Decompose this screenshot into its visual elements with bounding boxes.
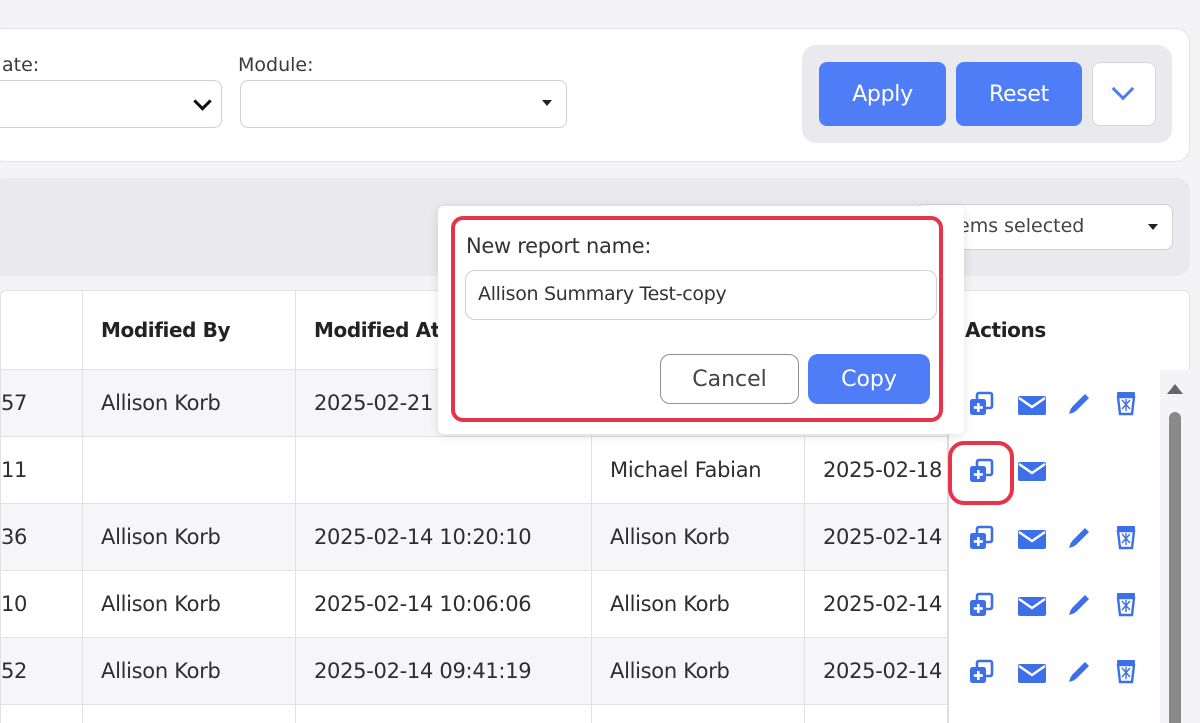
date-label: ate: [2,54,40,76]
delete-icon[interactable] [1113,524,1139,550]
cell-modified-by: Allison Korb [101,524,221,549]
cancel-button[interactable]: Cancel [660,354,799,404]
email-icon[interactable] [1017,458,1047,484]
delete-icon[interactable] [1113,390,1139,416]
edit-icon[interactable] [1066,659,1092,685]
cell-created-at: 2025-02-18 [823,457,943,482]
scroll-thumb[interactable] [1169,412,1181,723]
delete-icon[interactable] [1113,591,1139,617]
cell-modified-at: 2025-02-14 10:20:10 [314,524,532,549]
cell-id: 36 [1,524,28,549]
cell-modified-by: Allison Korb [101,591,221,616]
email-icon[interactable] [1017,660,1047,686]
row-divider [1,704,947,705]
module-select[interactable] [240,80,567,128]
cell-id: 11 [1,457,28,482]
expand-filters-button[interactable] [1092,62,1156,126]
cell-created-by: Allison Korb [610,591,730,616]
caret-down-icon [542,100,552,106]
apply-button[interactable]: Apply [819,62,946,126]
email-icon[interactable] [1017,526,1047,552]
cell-id: 10 [1,591,28,616]
filter-button-group: Apply Reset [802,45,1172,143]
delete-icon[interactable] [1113,658,1139,684]
cell-created-at: 2025-02-14 [823,658,943,683]
module-label: Module: [238,54,314,76]
copy-icon[interactable] [968,592,994,618]
cell-created-at: 2025-02-14 [823,591,943,616]
row-divider [1,436,947,437]
cell-modified-at: 2025-02-21 [314,390,434,415]
cell-modified-at: 2025-02-14 09:41:19 [314,658,532,683]
cell-created-by: Allison Korb [610,658,730,683]
edit-icon[interactable] [1066,525,1092,551]
items-selected-text: ems selected [958,215,1085,237]
copy-icon[interactable] [968,659,994,685]
new-report-name-label: New report name: [466,234,652,258]
date-select[interactable] [0,80,222,128]
copy-icon[interactable] [968,525,994,551]
cell-created-by: Michael Fabian [610,457,762,482]
edit-icon[interactable] [1066,592,1092,618]
caret-down-icon [1148,224,1158,230]
table-scrollbar[interactable] [1160,370,1190,723]
cell-modified-by: Allison Korb [101,390,221,415]
email-icon[interactable] [1017,392,1047,418]
chevron-down-icon [193,92,212,111]
chevron-down-icon [1111,77,1135,101]
cell-modified-at: 2025-02-14 10:06:06 [314,591,532,616]
cell-modified-by: Allison Korb [101,658,221,683]
header-actions: Actions [965,318,1046,342]
column-divider [295,291,296,723]
reset-button[interactable]: Reset [956,62,1082,126]
copy-icon[interactable] [968,391,994,417]
email-icon[interactable] [1017,593,1047,619]
copy-icon-highlight [948,441,1014,505]
cell-id: 52 [1,658,28,683]
header-modified-by[interactable]: Modified By [83,291,295,369]
cell-created-by: Allison Korb [610,524,730,549]
new-report-name-value: Allison Summary Test-copy [478,283,727,305]
new-report-name-input[interactable]: Allison Summary Test-copy [465,270,937,320]
scroll-up-arrow-icon[interactable] [1167,384,1183,394]
table-row [1,436,947,503]
copy-button[interactable]: Copy [808,354,930,404]
column-divider [82,291,83,723]
cell-id: 57 [1,390,28,415]
edit-icon[interactable] [1066,391,1092,417]
cell-created-at: 2025-02-14 [823,524,943,549]
